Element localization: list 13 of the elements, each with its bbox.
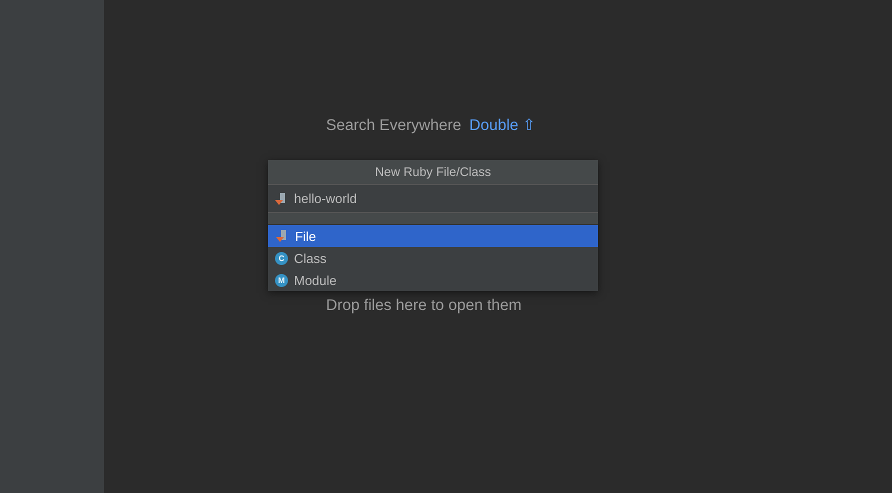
ruby-file-icon: [274, 192, 288, 206]
popup-title: New Ruby File/Class: [268, 160, 598, 185]
ruby-file-icon: [275, 229, 289, 243]
type-option[interactable]: C Class: [268, 247, 598, 269]
name-input[interactable]: hello-world: [294, 191, 494, 206]
name-field[interactable]: hello-world: [268, 185, 598, 213]
type-option[interactable]: File: [268, 225, 598, 247]
hint-label: Search Everywhere: [326, 116, 462, 136]
shortcut-text: Double ⇧: [469, 116, 536, 136]
letter-icon: M: [275, 274, 288, 286]
drop-hint: Drop files here to open them: [326, 296, 523, 316]
letter-icon: C: [275, 252, 288, 264]
type-option[interactable]: M Module: [268, 269, 598, 291]
